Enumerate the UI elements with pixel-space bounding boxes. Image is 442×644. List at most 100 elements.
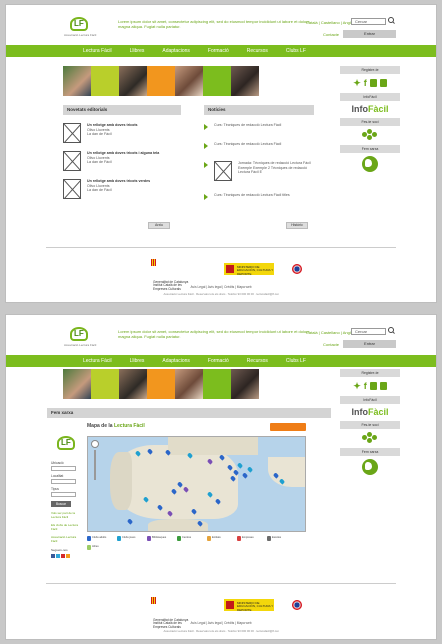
news-image-placeholder bbox=[214, 161, 232, 181]
twitter-icon[interactable]: ✦ bbox=[353, 381, 361, 391]
nav-item-lectura-facil[interactable]: Lectura Fàcil bbox=[76, 355, 119, 367]
nav-item-recursos[interactable]: Recursos bbox=[240, 355, 275, 367]
youtube-icon[interactable] bbox=[379, 79, 387, 87]
ministry-logo: MINISTERIO DE EDUCACIÓN, CULTURA Y DEPOR… bbox=[224, 599, 274, 612]
history-button[interactable]: Històric bbox=[286, 222, 308, 229]
search-input[interactable]: Cercar bbox=[351, 18, 386, 25]
newsletter-button[interactable]: Registre-te bbox=[340, 66, 400, 74]
map-zoom-slider[interactable] bbox=[94, 450, 96, 480]
photo-tile bbox=[203, 369, 231, 399]
legend-item: Entitats bbox=[207, 535, 231, 541]
map-badge[interactable] bbox=[270, 423, 306, 431]
search-button[interactable]: Buscar bbox=[51, 501, 71, 507]
search-input[interactable]: Cercar bbox=[351, 328, 386, 335]
search-icon[interactable] bbox=[388, 17, 395, 24]
nav-item-formacio[interactable]: Formació bbox=[201, 355, 236, 367]
town-select[interactable] bbox=[51, 479, 76, 484]
people-icon[interactable] bbox=[362, 129, 378, 140]
nav-item-llibres[interactable]: Llibres bbox=[123, 355, 152, 367]
nav-item-llibres[interactable]: Llibres bbox=[123, 45, 152, 57]
location-select[interactable] bbox=[51, 466, 76, 471]
infofacil-logo[interactable]: InfoFàcil bbox=[340, 104, 400, 114]
nav-item-adaptacions[interactable]: Adaptacions bbox=[155, 45, 197, 57]
people-icon[interactable] bbox=[362, 432, 378, 443]
news-item[interactable]: Curs: Tècniques de redacció Lectura Fàci… bbox=[204, 123, 314, 130]
news-item[interactable]: Curs: Tècniques de redacció Lectura Fàci… bbox=[204, 142, 314, 149]
membership-button[interactable]: Fes-te soci bbox=[340, 118, 400, 126]
language-switcher[interactable]: Català | Castellano | Anglès bbox=[306, 330, 355, 335]
facebook-icon[interactable]: f bbox=[364, 78, 367, 88]
spain-map[interactable] bbox=[87, 436, 306, 532]
facebook-icon[interactable] bbox=[51, 554, 55, 559]
nav-item-adaptacions[interactable]: Adaptacions bbox=[155, 355, 197, 367]
site-logo[interactable]: LF Associació Lectura Fàcil bbox=[64, 17, 96, 39]
filter-label-town: Localitat bbox=[51, 474, 64, 478]
globe-icon[interactable] bbox=[362, 156, 378, 172]
facebook-icon[interactable]: f bbox=[364, 381, 367, 391]
nav-item-clubs[interactable]: Clubs LF bbox=[279, 355, 313, 367]
mini-social-icons bbox=[51, 554, 81, 559]
photo-tile bbox=[203, 66, 231, 96]
newsletter-button[interactable]: Registre-te bbox=[340, 369, 400, 377]
logo-mark: LF bbox=[70, 17, 88, 31]
nav-item-formacio[interactable]: Formació bbox=[201, 45, 236, 57]
youtube-icon[interactable] bbox=[61, 554, 65, 559]
blog-icon[interactable] bbox=[66, 554, 70, 559]
nav-item-lectura-facil[interactable]: Lectura Fàcil bbox=[76, 45, 119, 57]
twitter-icon[interactable]: ✦ bbox=[353, 78, 361, 88]
header: LF Associació Lectura Fàcil Lorem ipsum … bbox=[6, 315, 436, 355]
clubs-link[interactable]: Els clubs de Lectura Fàcil bbox=[51, 523, 81, 531]
gencat-logo: Generalitat de Catalunya Institut Català… bbox=[151, 259, 191, 295]
login-button[interactable]: Entrar bbox=[343, 30, 396, 38]
footer-links[interactable]: Avís Legal | Avís legal | Crèdits | Mapa… bbox=[46, 621, 396, 625]
filter-logo: LF bbox=[51, 436, 81, 458]
new-books-heading: Novetats editorials bbox=[63, 105, 181, 115]
site-logo[interactable]: LF Associació Lectura Fàcil bbox=[64, 327, 96, 349]
globe-icon[interactable] bbox=[362, 459, 378, 475]
map-legend: Clubs adults Clubs joves Biblioteques Ce… bbox=[87, 535, 306, 550]
photo-tile bbox=[147, 66, 175, 96]
map-page-screenshot: LF Associació Lectura Fàcil Lorem ipsum … bbox=[5, 314, 437, 640]
book-item[interactable]: Un rellotge amb doves tricots Olivo Lluve… bbox=[63, 123, 181, 143]
photo-tile bbox=[175, 369, 203, 399]
archive-button[interactable]: Arxiu bbox=[148, 222, 170, 229]
language-switcher[interactable]: Català | Castellano | Anglès bbox=[306, 20, 355, 25]
blog-icon[interactable] bbox=[369, 382, 377, 390]
nav-item-clubs[interactable]: Clubs LF bbox=[279, 45, 313, 57]
contact-link[interactable]: Contacte bbox=[323, 32, 339, 37]
infofacil-logo[interactable]: InfoFàcil bbox=[340, 407, 400, 417]
main-nav: Lectura Fàcil Llibres Adaptacions Formac… bbox=[6, 45, 436, 57]
search-icon[interactable] bbox=[388, 327, 395, 334]
twitter-icon[interactable] bbox=[56, 554, 60, 559]
book-item[interactable]: Un rellotge amb doves tricots verdes Oliv… bbox=[63, 179, 181, 199]
legend-item: Centres bbox=[177, 535, 201, 541]
network-button[interactable]: Fem xarxa bbox=[340, 145, 400, 153]
youtube-icon[interactable] bbox=[379, 382, 387, 390]
header: LF Associació Lectura Fàcil Lorem ipsum … bbox=[6, 5, 436, 45]
contact-link[interactable]: Contacte bbox=[323, 342, 339, 347]
book-item[interactable]: Un rellotge amb doves tricots i alguna t… bbox=[63, 151, 181, 171]
map-pan-control[interactable] bbox=[91, 440, 99, 448]
news-item[interactable]: Jornada: Tècniques de redacció Lectura F… bbox=[204, 161, 314, 181]
nav-item-recursos[interactable]: Recursos bbox=[240, 45, 275, 57]
association-link[interactable]: Associació Lectura Fàcil bbox=[51, 536, 81, 543]
news-heading: Notícies bbox=[204, 105, 314, 115]
network-button[interactable]: Fem xarxa bbox=[340, 448, 400, 456]
book-title: Un rellotge amb doves tricots bbox=[87, 123, 138, 127]
login-button[interactable]: Entrar bbox=[343, 340, 396, 348]
news-item[interactable]: Curs: Tècniques de redacció Lectura Fàci… bbox=[204, 193, 314, 200]
homepage-screenshot: LF Associació Lectura Fàcil Lorem ipsum … bbox=[5, 4, 437, 303]
blog-icon[interactable] bbox=[369, 79, 377, 87]
sidebar: Registre-te ✦ f InfoFàcil InfoFàcil Fes-… bbox=[340, 66, 400, 174]
membership-button[interactable]: Fes-te soci bbox=[340, 421, 400, 429]
type-select[interactable] bbox=[51, 492, 76, 497]
footer: Generalitat de Catalunya Institut Català… bbox=[46, 247, 396, 302]
book-title: Un rellotge amb doves tricots verdes bbox=[87, 179, 151, 183]
infofacil-button[interactable]: InfoFàcil bbox=[340, 93, 400, 101]
join-link[interactable]: Vols ser part de la Lectura Fàcil bbox=[51, 511, 81, 519]
footer-links[interactable]: Avís Legal | Avís legal | Crèdits | Mapa… bbox=[46, 285, 396, 289]
social-links: ✦ f bbox=[340, 77, 400, 89]
photo-strip bbox=[63, 66, 259, 96]
infofacil-button[interactable]: InfoFàcil bbox=[340, 396, 400, 404]
network-section: Fem xarxa bbox=[47, 408, 331, 418]
